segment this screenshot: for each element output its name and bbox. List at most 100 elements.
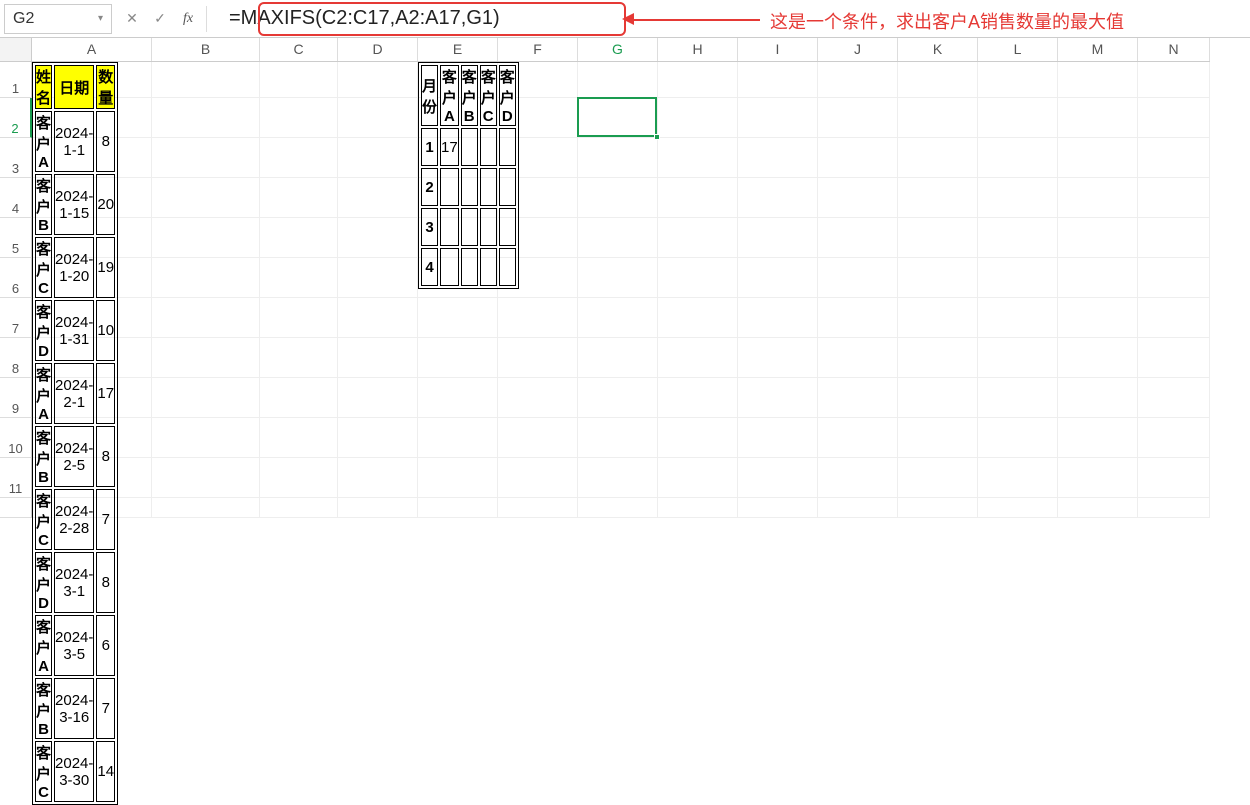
- left-table-cell[interactable]: 2024-2-28: [54, 489, 94, 550]
- column-header-D[interactable]: D: [338, 38, 418, 61]
- column-header-N[interactable]: N: [1138, 38, 1210, 61]
- column-header-L[interactable]: L: [978, 38, 1058, 61]
- right-table-cell[interactable]: [461, 248, 478, 286]
- row-header-4[interactable]: 4: [0, 178, 32, 218]
- right-table-cell[interactable]: [440, 168, 459, 206]
- left-table-cell[interactable]: 7: [96, 489, 115, 550]
- spreadsheet-grid: ABCDEFGHIJKLMN 1234567891011 姓名日期数量客户A20…: [0, 38, 1250, 518]
- right-table-cell[interactable]: 3: [421, 208, 438, 246]
- left-table-cell[interactable]: 客户B: [35, 426, 52, 487]
- right-table-cell[interactable]: [440, 208, 459, 246]
- right-table-cell[interactable]: 4: [421, 248, 438, 286]
- column-header-H[interactable]: H: [658, 38, 738, 61]
- formula-input[interactable]: =MAXIFS(C2:C17,A2:A17,G1): [219, 4, 579, 34]
- fx-icon[interactable]: fx: [176, 7, 200, 31]
- row-header-3[interactable]: 3: [0, 138, 32, 178]
- column-header-J[interactable]: J: [818, 38, 898, 61]
- row-header-6[interactable]: 6: [0, 258, 32, 298]
- left-table-header[interactable]: 日期: [54, 65, 94, 109]
- left-table-cell[interactable]: 2024-1-15: [54, 174, 94, 235]
- right-table-header[interactable]: 月份: [421, 65, 438, 126]
- name-box[interactable]: G2 ▾: [4, 4, 112, 34]
- left-table-cell[interactable]: 客户D: [35, 552, 52, 613]
- row-header-11[interactable]: 11: [0, 458, 32, 498]
- select-all-corner[interactable]: [0, 38, 32, 62]
- left-table-cell[interactable]: 客户B: [35, 678, 52, 739]
- left-table-cell[interactable]: 客户A: [35, 615, 52, 676]
- column-header-G[interactable]: G: [578, 38, 658, 61]
- left-table-cell[interactable]: 客户A: [35, 111, 52, 172]
- right-table-cell[interactable]: [499, 168, 516, 206]
- left-table-cell[interactable]: 8: [96, 426, 115, 487]
- left-table-cell[interactable]: 客户C: [35, 489, 52, 550]
- right-table-cell[interactable]: [461, 168, 478, 206]
- right-data-table: 月份客户A客户B客户C客户D 117234: [418, 62, 519, 289]
- row-header-9[interactable]: 9: [0, 378, 32, 418]
- column-header-F[interactable]: F: [498, 38, 578, 61]
- right-table-cell[interactable]: [499, 248, 516, 286]
- left-table-cell[interactable]: 客户A: [35, 363, 52, 424]
- left-table-cell[interactable]: 客户C: [35, 237, 52, 298]
- left-table-header[interactable]: 数量: [96, 65, 115, 109]
- right-table-cell[interactable]: 17: [440, 128, 459, 166]
- column-header-E[interactable]: E: [418, 38, 498, 61]
- right-table-cell[interactable]: [499, 128, 516, 166]
- column-header-K[interactable]: K: [898, 38, 978, 61]
- right-table-header[interactable]: 客户D: [499, 65, 516, 126]
- right-table-cell[interactable]: [480, 128, 497, 166]
- row-header-5[interactable]: 5: [0, 218, 32, 258]
- left-table-cell[interactable]: 2024-1-1: [54, 111, 94, 172]
- column-header-C[interactable]: C: [260, 38, 338, 61]
- left-table-cell[interactable]: 客户B: [35, 174, 52, 235]
- right-table-cell[interactable]: [480, 248, 497, 286]
- left-table-cell[interactable]: 8: [96, 111, 115, 172]
- right-table-cell[interactable]: [461, 128, 478, 166]
- fill-handle[interactable]: [654, 134, 660, 140]
- cancel-icon[interactable]: ✕: [120, 7, 144, 31]
- right-table-cell[interactable]: [480, 208, 497, 246]
- right-table-cell[interactable]: [499, 208, 516, 246]
- confirm-icon[interactable]: ✓: [148, 7, 172, 31]
- left-table-cell[interactable]: 17: [96, 363, 115, 424]
- formula-text: =MAXIFS(C2:C17,A2:A17,G1): [229, 7, 500, 30]
- row-header-8[interactable]: 8: [0, 338, 32, 378]
- left-table-cell[interactable]: 19: [96, 237, 115, 298]
- left-table-cell[interactable]: 2024-3-16: [54, 678, 94, 739]
- left-table-cell[interactable]: 客户D: [35, 300, 52, 361]
- left-table-cell[interactable]: 10: [96, 300, 115, 361]
- left-table-cell[interactable]: 6: [96, 615, 115, 676]
- right-table-cell[interactable]: 2: [421, 168, 438, 206]
- row-header-1[interactable]: 1: [0, 62, 32, 98]
- row-header-10[interactable]: 10: [0, 418, 32, 458]
- left-table-header[interactable]: 姓名: [35, 65, 52, 109]
- column-header-M[interactable]: M: [1058, 38, 1138, 61]
- left-table-cell[interactable]: 2024-2-5: [54, 426, 94, 487]
- left-table-cell[interactable]: 2024-3-5: [54, 615, 94, 676]
- fx-controls: ✕ ✓ fx: [120, 4, 200, 34]
- left-table-cell[interactable]: 2024-3-30: [54, 741, 94, 802]
- column-header-A[interactable]: A: [32, 38, 152, 61]
- right-table-header[interactable]: 客户B: [461, 65, 478, 126]
- name-box-dropdown-icon[interactable]: ▾: [98, 13, 103, 24]
- column-header-I[interactable]: I: [738, 38, 818, 61]
- right-table-cell[interactable]: 1: [421, 128, 438, 166]
- left-table-cell[interactable]: 14: [96, 741, 115, 802]
- left-table-cell[interactable]: 2024-2-1: [54, 363, 94, 424]
- right-table-cell[interactable]: [440, 248, 459, 286]
- right-table-header[interactable]: 客户A: [440, 65, 459, 126]
- right-table-cell[interactable]: [461, 208, 478, 246]
- left-table-cell[interactable]: 20: [96, 174, 115, 235]
- left-table-cell[interactable]: 2024-1-31: [54, 300, 94, 361]
- left-table-cell[interactable]: 2024-1-20: [54, 237, 94, 298]
- column-header-B[interactable]: B: [152, 38, 260, 61]
- left-table-cell[interactable]: 7: [96, 678, 115, 739]
- left-table-cell[interactable]: 2024-3-1: [54, 552, 94, 613]
- right-table-cell[interactable]: [480, 168, 497, 206]
- row-header-2[interactable]: 2: [0, 98, 32, 138]
- divider: [206, 6, 207, 32]
- left-table-cell[interactable]: 8: [96, 552, 115, 613]
- right-table-header[interactable]: 客户C: [480, 65, 497, 126]
- row-headers: 1234567891011: [0, 62, 32, 518]
- row-header-7[interactable]: 7: [0, 298, 32, 338]
- left-table-cell[interactable]: 客户C: [35, 741, 52, 802]
